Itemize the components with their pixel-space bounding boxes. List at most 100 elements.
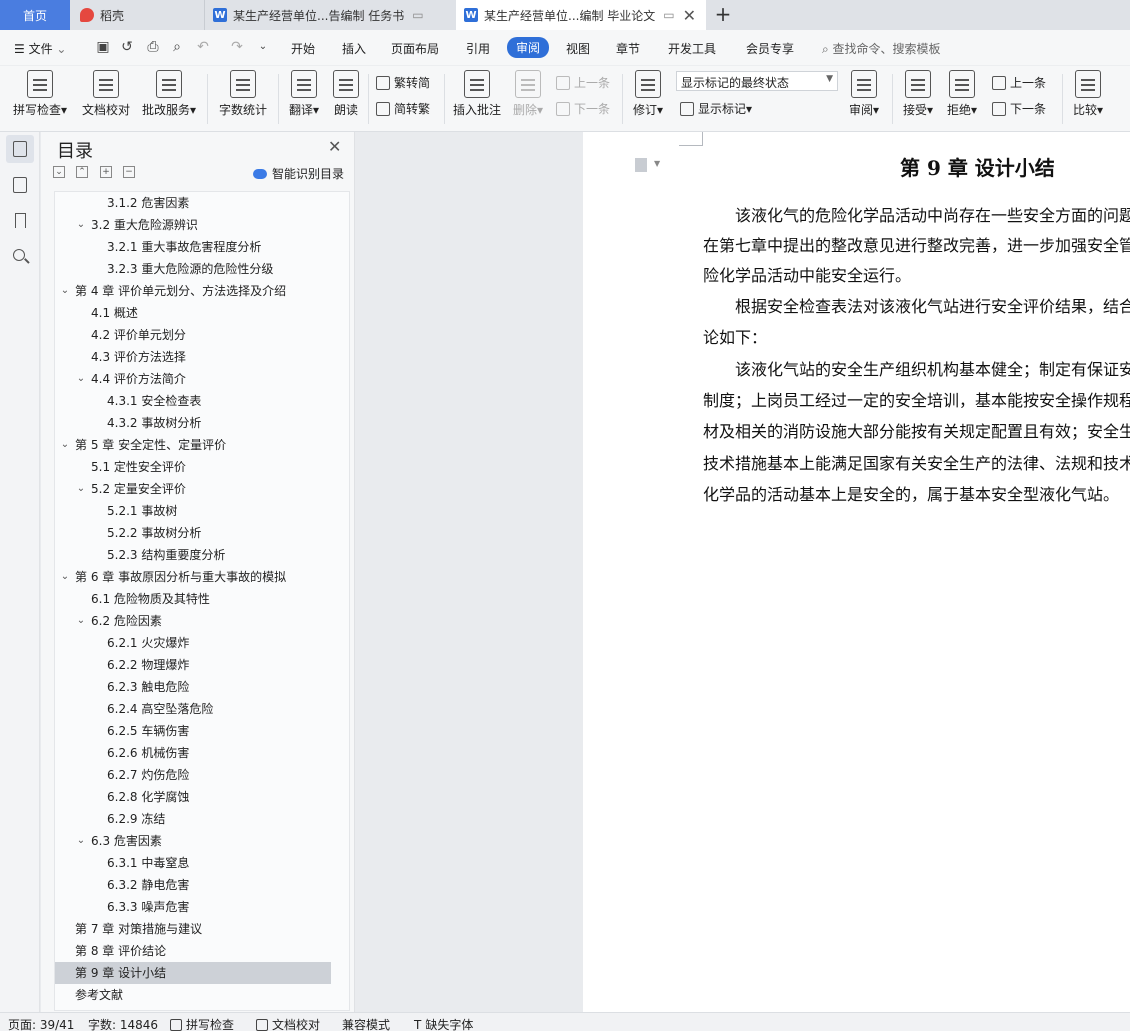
accept-change-button[interactable]: 接受▾: [900, 70, 936, 118]
status-spell-check[interactable]: 拼写检查: [170, 1016, 234, 1031]
smart-toc-button[interactable]: 智能识别目录: [253, 165, 344, 182]
customize-chevron-icon[interactable]: ⌄: [254, 39, 272, 55]
toc-item[interactable]: 6.2.4 高空坠落危险: [55, 698, 331, 720]
simp-to-trad-button[interactable]: 简转繁: [376, 100, 430, 117]
toc-item[interactable]: 参考文献: [55, 984, 331, 1006]
menu-review[interactable]: 审阅: [507, 37, 550, 58]
chevron-down-icon[interactable]: ⌄: [75, 368, 87, 390]
close-icon[interactable]: ✕: [683, 6, 696, 25]
menu-page-layout[interactable]: 页面布局: [391, 40, 439, 57]
chevron-down-icon[interactable]: ⌄: [75, 214, 87, 236]
toc-item[interactable]: 4.3.2 事故树分析: [55, 412, 331, 434]
toc-item[interactable]: 4.3.1 安全检查表: [55, 390, 331, 412]
next-comment-button[interactable]: 下一条: [556, 100, 610, 117]
document-page[interactable]: ▼ 第 9 章 设计小结 该液化气的危险化学品活动中尚存在一些安全方面的问题 在第…: [583, 132, 1130, 1012]
delete-comment-button[interactable]: 删除▾: [510, 70, 546, 118]
collapse-all-icon[interactable]: ⌄: [53, 166, 65, 178]
toc-item[interactable]: ⌄ 第 5 章 安全定性、定量评价: [55, 434, 331, 456]
redo-icon[interactable]: ↷: [228, 39, 246, 55]
toc-item[interactable]: 6.2.5 车辆伤害: [55, 720, 331, 742]
trad-to-simp-button[interactable]: 繁转简: [376, 74, 430, 91]
chapter-nav-icon[interactable]: [6, 171, 34, 199]
review-pane-button[interactable]: 审阅▾: [846, 70, 882, 118]
toc-item[interactable]: 6.2.2 物理爆炸: [55, 654, 331, 676]
menu-insert[interactable]: 插入: [342, 40, 366, 57]
chevron-down-icon[interactable]: ⌄: [59, 566, 71, 588]
chevron-down-icon[interactable]: ⌄: [75, 830, 87, 852]
toc-item[interactable]: 4.1 概述: [55, 302, 331, 324]
tab-home[interactable]: 首页: [0, 0, 70, 30]
plus-icon[interactable]: +: [100, 166, 112, 178]
show-markup-button[interactable]: 显示标记 ▾: [680, 100, 752, 117]
status-doc-proof[interactable]: 文档校对: [256, 1016, 320, 1031]
chevron-down-icon[interactable]: ⌄: [59, 280, 71, 302]
toc-item[interactable]: ⌄ 第 4 章 评价单元划分、方法选择及介绍: [55, 280, 331, 302]
export-icon[interactable]: ↺: [118, 39, 136, 55]
bookmark-icon[interactable]: [6, 207, 34, 235]
toc-item[interactable]: ⌄ 3.2 重大危险源辨识: [55, 214, 331, 236]
search-icon[interactable]: [6, 243, 34, 271]
toc-item[interactable]: 第 8 章 评价结论: [55, 940, 331, 962]
chevron-down-icon[interactable]: ⌄: [75, 610, 87, 632]
menu-start[interactable]: 开始: [291, 40, 315, 57]
toc-item[interactable]: 6.3.3 噪声危害: [55, 896, 331, 918]
menu-member[interactable]: 会员专享: [746, 40, 794, 57]
track-changes-button[interactable]: 修订▾: [630, 70, 666, 118]
toc-item[interactable]: 3.2.3 重大危险源的危险性分级: [55, 258, 331, 280]
toc-item[interactable]: 3.2.1 重大事故危害程度分析: [55, 236, 331, 258]
word-count-button[interactable]: 字数统计: [216, 70, 270, 118]
print-preview-icon[interactable]: ⌕: [168, 39, 186, 55]
menu-section[interactable]: 章节: [616, 40, 640, 57]
toc-item[interactable]: ⌄ 4.4 评价方法简介: [55, 368, 331, 390]
toc-item[interactable]: 6.2.6 机械伤害: [55, 742, 331, 764]
toc-item[interactable]: 5.2.1 事故树: [55, 500, 331, 522]
next-change-button[interactable]: 下一条: [992, 100, 1046, 117]
tab-daoke[interactable]: 稻壳: [72, 0, 200, 30]
toc-item[interactable]: 6.2.7 灼伤危险: [55, 764, 331, 786]
chevron-down-icon[interactable]: ⌄: [59, 434, 71, 456]
toc-item[interactable]: ⌄ 第 6 章 事故原因分析与重大事故的模拟: [55, 566, 331, 588]
spell-check-button[interactable]: 拼写检查▾: [10, 70, 70, 118]
close-icon[interactable]: ✕: [328, 137, 341, 156]
toc-item[interactable]: 第 9 章 设计小结: [55, 962, 331, 984]
compare-button[interactable]: 比较▾: [1070, 70, 1106, 118]
tab-document-thesis[interactable]: W 某生产经营单位...编制 毕业论文 ▭ ✕: [456, 0, 706, 30]
toc-item[interactable]: 6.2.1 火灾爆炸: [55, 632, 331, 654]
prev-change-button[interactable]: 上一条: [992, 74, 1046, 91]
toc-item[interactable]: 4.2 评价单元划分: [55, 324, 331, 346]
toc-item[interactable]: ⌄ 5.2 定量安全评价: [55, 478, 331, 500]
tab-document-task[interactable]: W 某生产经营单位...告编制 任务书 ▭: [204, 0, 454, 30]
toc-item[interactable]: ⌄ 6.3 危害因素: [55, 830, 331, 852]
minus-icon[interactable]: −: [123, 166, 135, 178]
markup-state-select[interactable]: 显示标记的最终状态 ▼: [676, 71, 838, 91]
paragraph-handle-icon[interactable]: [635, 158, 647, 172]
toc-item[interactable]: 6.3.1 中毒窒息: [55, 852, 331, 874]
missing-font-button[interactable]: T̲ 缺失字体: [414, 1016, 473, 1031]
toc-item[interactable]: 4.3 评价方法选择: [55, 346, 331, 368]
print-icon[interactable]: ⎙: [144, 39, 162, 55]
save-icon[interactable]: ▣: [94, 39, 112, 55]
translate-button[interactable]: 翻译▾: [286, 70, 322, 118]
toc-item[interactable]: ⌄ 6.2 危险因素: [55, 610, 331, 632]
toc-item[interactable]: 6.1 危险物质及其特性: [55, 588, 331, 610]
file-menu[interactable]: ☰ 文件 ⌄: [14, 40, 66, 57]
prev-comment-button[interactable]: 上一条: [556, 74, 610, 91]
toc-item[interactable]: 第 7 章 对策措施与建议: [55, 918, 331, 940]
chevron-down-icon[interactable]: ▼: [654, 159, 660, 168]
page-indicator[interactable]: 页面: 39/41: [8, 1016, 74, 1031]
toc-item[interactable]: 5.1 定性安全评价: [55, 456, 331, 478]
toc-item[interactable]: 6.2.9 冻结: [55, 808, 331, 830]
toc-item[interactable]: 5.2.2 事故树分析: [55, 522, 331, 544]
doc-proof-button[interactable]: 文档校对: [78, 70, 134, 118]
window-icon[interactable]: ▭: [663, 8, 674, 22]
undo-icon[interactable]: ↶: [194, 39, 212, 55]
menu-view[interactable]: 视图: [566, 40, 590, 57]
word-count-indicator[interactable]: 字数: 14846: [88, 1016, 158, 1031]
menu-developer[interactable]: 开发工具: [668, 40, 716, 57]
new-tab-plus-icon[interactable]: +: [712, 4, 734, 26]
toc-panel-icon[interactable]: [6, 135, 34, 163]
reject-change-button[interactable]: 拒绝▾: [944, 70, 980, 118]
insert-comment-button[interactable]: 插入批注: [452, 70, 502, 118]
toc-item[interactable]: 6.2.3 触电危险: [55, 676, 331, 698]
toc-item[interactable]: 3.1.2 危害因素: [55, 192, 331, 214]
